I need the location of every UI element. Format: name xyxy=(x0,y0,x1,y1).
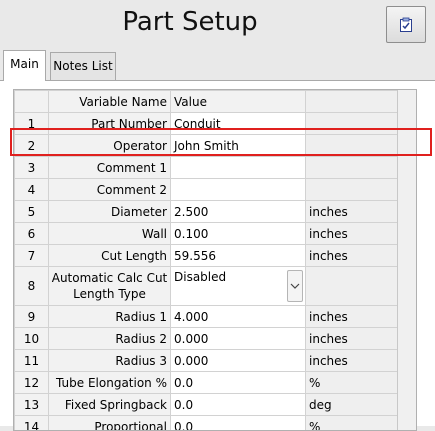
row-number: 14 xyxy=(15,416,49,431)
chevron-down-icon xyxy=(290,283,300,289)
table-row: 4 Comment 2 xyxy=(15,179,400,201)
units-cell: inches xyxy=(306,201,400,223)
variable-name: Fixed Springback xyxy=(49,394,171,416)
header-value: Value xyxy=(171,91,306,113)
table-row: 9 Radius 1 4.000 inches xyxy=(15,306,400,328)
value-cell[interactable] xyxy=(171,157,306,179)
row-number: 8 xyxy=(15,267,49,306)
units-cell: % xyxy=(306,372,400,394)
tab-main[interactable]: Main xyxy=(3,50,46,81)
variable-name: Wall xyxy=(49,223,171,245)
variable-name: Part Number xyxy=(49,113,171,135)
checklist-icon xyxy=(398,17,414,33)
checklist-button[interactable] xyxy=(386,6,426,43)
table-row: 14 Proportional 0.0 % xyxy=(15,416,400,431)
row-number: 6 xyxy=(15,223,49,245)
units-cell: inches xyxy=(306,350,400,372)
variable-name: Diameter xyxy=(49,201,171,223)
table-row: 10 Radius 2 0.000 inches xyxy=(15,328,400,350)
units-cell xyxy=(306,113,400,135)
value-cell[interactable]: John Smith xyxy=(171,135,306,157)
header-number xyxy=(15,91,49,113)
value-cell[interactable]: 0.0 xyxy=(171,416,306,431)
value-cell[interactable]: 0.0 xyxy=(171,394,306,416)
units-cell: inches xyxy=(306,223,400,245)
table-row: 8 Automatic Calc Cut Length Type Disable… xyxy=(15,267,400,306)
window-title: Part Setup xyxy=(0,0,380,44)
variable-name: Comment 1 xyxy=(49,157,171,179)
row-number: 5 xyxy=(15,201,49,223)
header-units xyxy=(306,91,400,113)
main-panel: Variable Name Value 1 Part Number Condui… xyxy=(0,80,435,426)
row-number: 4 xyxy=(15,179,49,201)
units-cell xyxy=(306,179,400,201)
table-row: 7 Cut Length 59.556 inches xyxy=(15,245,400,267)
table-row: 1 Part Number Conduit xyxy=(15,113,400,135)
value-cell[interactable]: 0.000 xyxy=(171,328,306,350)
row-number: 13 xyxy=(15,394,49,416)
row-number: 11 xyxy=(15,350,49,372)
table-row: 5 Diameter 2.500 inches xyxy=(15,201,400,223)
variable-name: Proportional xyxy=(49,416,171,431)
units-cell: inches xyxy=(306,306,400,328)
units-cell: inches xyxy=(306,245,400,267)
value-dropdown[interactable]: Disabled xyxy=(171,267,306,306)
value-cell[interactable] xyxy=(171,179,306,201)
table-row: 12 Tube Elongation % 0.0 % xyxy=(15,372,400,394)
row-number: 10 xyxy=(15,328,49,350)
tab-notes-list[interactable]: Notes List xyxy=(50,52,116,80)
row-number: 9 xyxy=(15,306,49,328)
table-row: 3 Comment 1 xyxy=(15,157,400,179)
variables-table: Variable Name Value 1 Part Number Condui… xyxy=(14,90,400,431)
dropdown-button[interactable] xyxy=(287,270,303,302)
variable-name: Radius 1 xyxy=(49,306,171,328)
value-cell[interactable]: 0.0 xyxy=(171,372,306,394)
value-cell[interactable]: 0.000 xyxy=(171,350,306,372)
units-cell: inches xyxy=(306,328,400,350)
variable-name: Operator xyxy=(49,135,171,157)
grid-scroll-strip[interactable] xyxy=(397,90,416,430)
row-number: 2 xyxy=(15,135,49,157)
row-number: 3 xyxy=(15,157,49,179)
table-row: 2 Operator John Smith xyxy=(15,135,400,157)
dropdown-selected-value: Disabled xyxy=(174,267,305,284)
variable-name: Comment 2 xyxy=(49,179,171,201)
row-number: 1 xyxy=(15,113,49,135)
header-row: Variable Name Value xyxy=(15,91,400,113)
units-cell xyxy=(306,135,400,157)
units-cell xyxy=(306,157,400,179)
value-cell[interactable]: 0.100 xyxy=(171,223,306,245)
value-cell[interactable]: 2.500 xyxy=(171,201,306,223)
value-cell[interactable]: Conduit xyxy=(171,113,306,135)
units-cell xyxy=(306,267,400,306)
variable-name: Automatic Calc Cut Length Type xyxy=(49,267,171,306)
variable-name: Radius 3 xyxy=(49,350,171,372)
variable-name: Tube Elongation % xyxy=(49,372,171,394)
row-number: 7 xyxy=(15,245,49,267)
units-cell: % xyxy=(306,416,400,431)
table-row: 6 Wall 0.100 inches xyxy=(15,223,400,245)
variable-name: Radius 2 xyxy=(49,328,171,350)
variables-grid: Variable Name Value 1 Part Number Condui… xyxy=(13,89,417,431)
tab-bar: Main Notes List xyxy=(0,50,435,80)
value-cell[interactable]: 4.000 xyxy=(171,306,306,328)
table-row: 11 Radius 3 0.000 inches xyxy=(15,350,400,372)
units-cell: deg xyxy=(306,394,400,416)
value-cell[interactable]: 59.556 xyxy=(171,245,306,267)
header-variable-name: Variable Name xyxy=(49,91,171,113)
row-number: 12 xyxy=(15,372,49,394)
variable-name: Cut Length xyxy=(49,245,171,267)
table-row: 13 Fixed Springback 0.0 deg xyxy=(15,394,400,416)
